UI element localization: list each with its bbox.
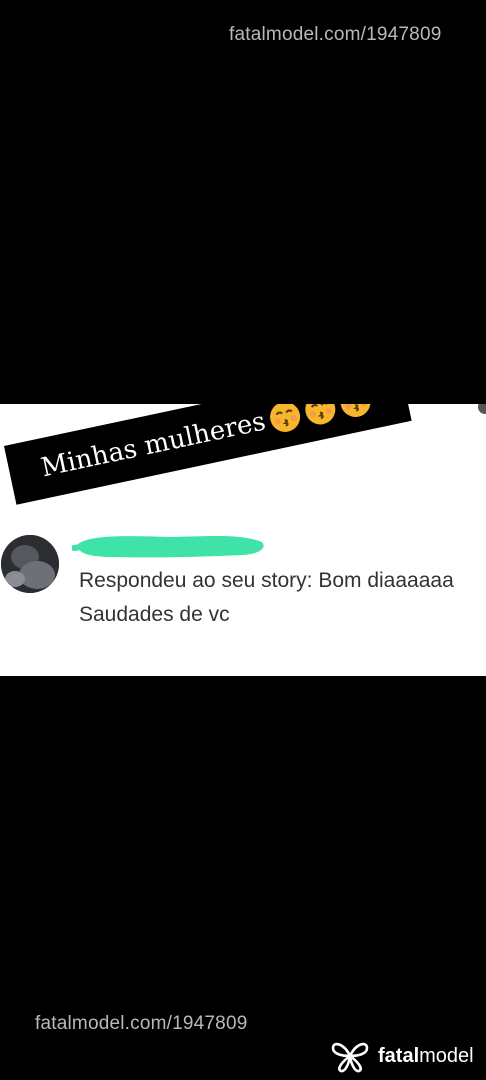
avatar [1, 535, 59, 593]
caption-sticker: Minhas mulheres [4, 404, 412, 505]
kissing-face-emoji-icon [304, 404, 335, 425]
butterfly-logo-icon [331, 1042, 369, 1073]
notification-line-1: Respondeu ao seu story: Bom diaaaaaa [79, 569, 454, 592]
kissing-face-emoji-icon [269, 404, 300, 433]
brand-name: fatalmodel [378, 1045, 474, 1068]
avatar-photo [1, 535, 59, 593]
notification-line-2: Saudades de vc [79, 603, 230, 626]
instagram-notification-screenshot: Respondeu ao seu story: Bom diaaaaaa Sau… [0, 404, 486, 676]
watermark-top: fatalmodel.com/1947809 [229, 24, 442, 45]
brand-name-regular: model [419, 1044, 474, 1067]
brand-logo: fatalmodel [330, 1039, 474, 1073]
watermark-bottom: fatalmodel.com/1947809 [35, 1013, 248, 1034]
brand-name-bold: fatal [378, 1044, 420, 1067]
sticker-caption: Minhas mulheres [38, 406, 269, 484]
redacted-username [71, 524, 268, 562]
corner-mark [478, 404, 486, 414]
kissing-face-emoji-icon [340, 404, 371, 418]
